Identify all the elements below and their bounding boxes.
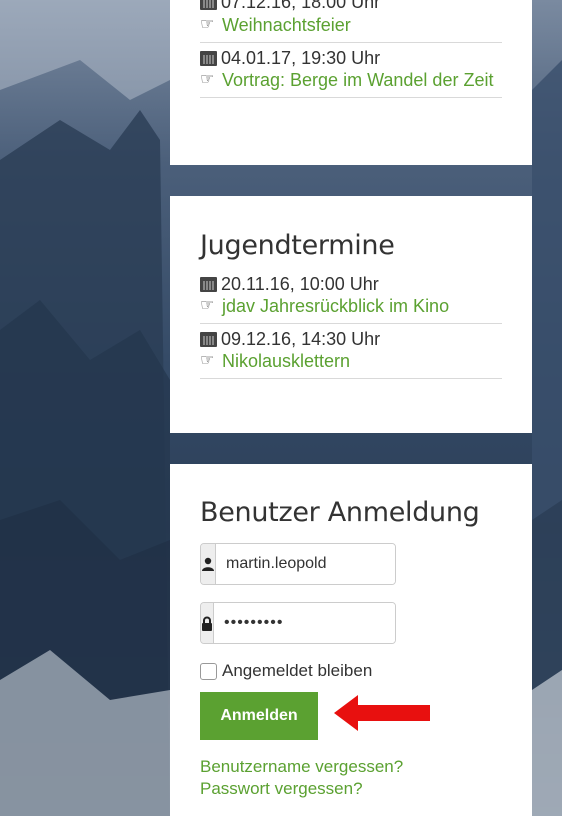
pointing-hand-icon: ☞ bbox=[200, 16, 215, 33]
remember-checkbox[interactable] bbox=[200, 662, 217, 680]
remember-label: Angemeldet bleiben bbox=[222, 661, 373, 680]
list-item: 20.11.16, 10:00 Uhr ☞ jdav Jahresrückbli… bbox=[200, 273, 502, 324]
list-item: 09.12.16, 14:30 Uhr ☞ Nikolausklettern bbox=[200, 324, 502, 379]
login-button[interactable]: Anmelden bbox=[200, 692, 318, 740]
user-icon bbox=[201, 544, 216, 584]
partial-entry: 07.12.16, 18:00 Uhr bbox=[200, 0, 502, 14]
annotation-arrow-icon bbox=[334, 695, 430, 731]
event-date: 20.11.16, 10:00 Uhr bbox=[221, 274, 379, 294]
username-field-group bbox=[200, 543, 396, 585]
calendar-icon bbox=[200, 331, 217, 347]
forgot-links: Benutzername vergessen? Passwort vergess… bbox=[200, 756, 502, 800]
calendar-icon bbox=[200, 0, 217, 10]
event-date: 04.01.17, 19:30 Uhr bbox=[221, 48, 381, 68]
password-input[interactable] bbox=[214, 603, 395, 643]
calendar-icon bbox=[200, 276, 217, 292]
forgot-username-link[interactable]: Benutzername vergessen? bbox=[200, 757, 403, 776]
login-panel: Benutzer Anmeldung Angemeldet bleiben An… bbox=[170, 464, 532, 816]
forgot-password-link[interactable]: Passwort vergessen? bbox=[200, 779, 363, 798]
list-item: ☞ Weihnachtsfeier bbox=[200, 14, 502, 43]
event-link-jahresrueckblick[interactable]: jdav Jahresrückblick im Kino bbox=[222, 295, 449, 317]
event-link-weihnachtsfeier[interactable]: Weihnachtsfeier bbox=[222, 14, 351, 36]
remember-me: Angemeldet bleiben bbox=[200, 661, 502, 681]
event-date: 07.12.16, 18:00 Uhr bbox=[221, 0, 381, 12]
lock-icon bbox=[201, 603, 214, 643]
login-heading: Benutzer Anmeldung bbox=[200, 497, 480, 528]
pointing-hand-icon: ☞ bbox=[200, 297, 215, 314]
username-input[interactable] bbox=[216, 544, 395, 584]
pointing-hand-icon: ☞ bbox=[200, 71, 215, 88]
event-link-nikolausklettern[interactable]: Nikolausklettern bbox=[222, 350, 350, 372]
calendar-icon bbox=[200, 50, 217, 66]
youth-events-panel: Jugendtermine 20.11.16, 10:00 Uhr ☞ jdav… bbox=[170, 196, 532, 433]
password-field-group bbox=[200, 602, 396, 644]
event-date: 09.12.16, 14:30 Uhr bbox=[221, 329, 381, 349]
events-panel: 07.12.16, 18:00 Uhr ☞ Weihnachtsfeier 04… bbox=[170, 0, 532, 165]
pointing-hand-icon: ☞ bbox=[200, 352, 215, 369]
event-link-vortrag[interactable]: Vortrag: Berge im Wandel der Zeit bbox=[222, 69, 493, 91]
list-item: 04.01.17, 19:30 Uhr ☞ Vortrag: Berge im … bbox=[200, 43, 502, 98]
youth-events-heading: Jugendtermine bbox=[200, 230, 395, 261]
